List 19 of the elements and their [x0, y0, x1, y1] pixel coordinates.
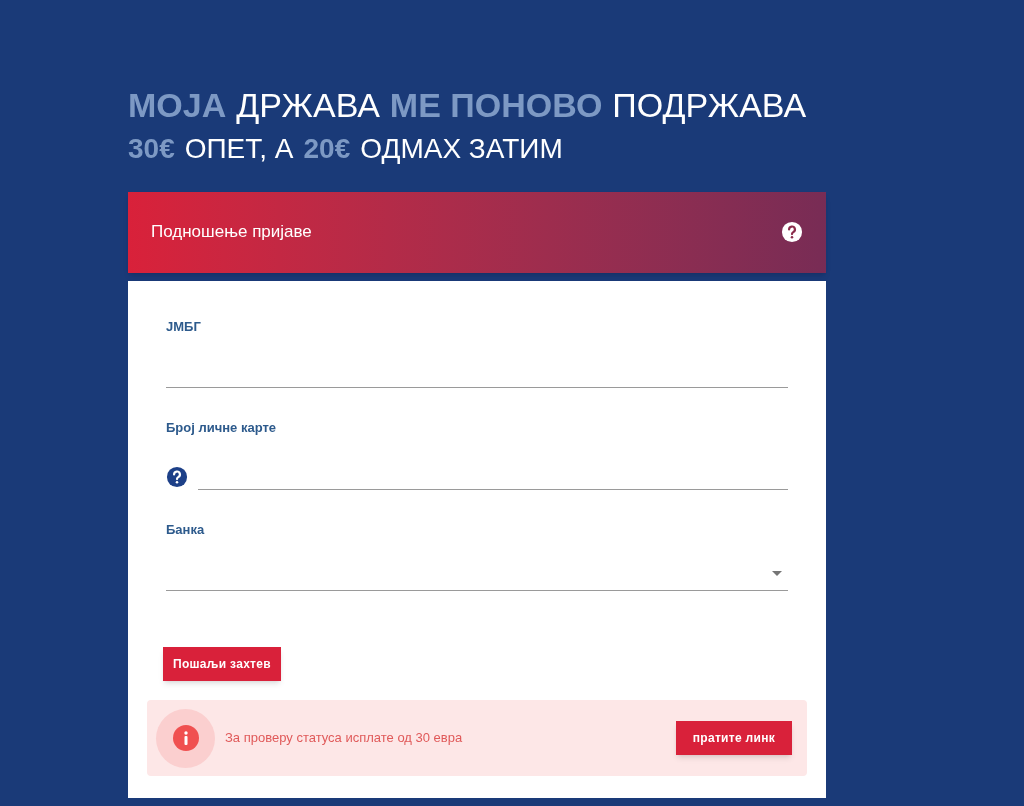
form-title: Подношење пријаве [151, 221, 312, 244]
help-icon[interactable] [166, 465, 188, 488]
field-label: ЈМБГ [166, 317, 202, 336]
field-label: Банка [166, 520, 206, 539]
subheadline-text: 30€ [128, 131, 175, 166]
submit-button[interactable]: Пошаљи захтев [163, 647, 281, 681]
help-icon[interactable] [781, 221, 803, 243]
subheadline-text: ОДМАХ ЗАТИМ [360, 131, 563, 166]
headline-text: МОЈА [128, 85, 227, 126]
info-icon [172, 725, 199, 751]
field-label: Број личне карте [166, 419, 278, 437]
headline-text: ПОДРЖАВА [612, 85, 807, 126]
subheadline-text: 20€ [303, 131, 351, 166]
headline-text: МЕ ПОНОВО [389, 85, 603, 126]
alert-message: За проверу статуса исплате од 30 евра [225, 729, 464, 748]
caret-icon [772, 571, 782, 576]
headline-text: ДРЖАВА [236, 85, 380, 126]
link-button[interactable]: пратите линк [675, 721, 792, 755]
subheadline-text: ОПЕТ, А [184, 131, 294, 166]
